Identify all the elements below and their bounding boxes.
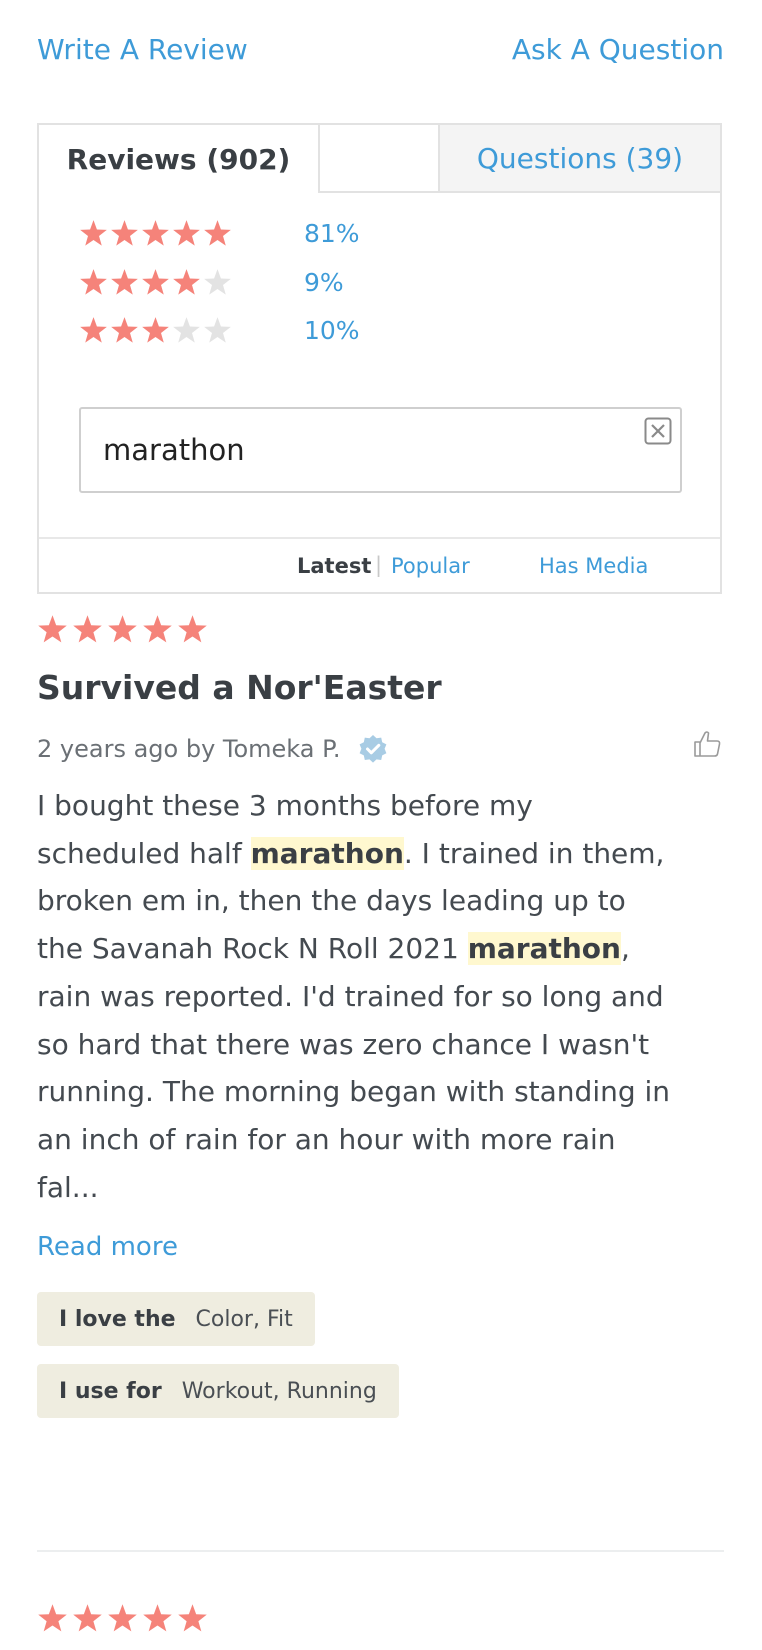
review-body-line: so hard that there was zero chance I was…	[37, 1021, 722, 1069]
star-filled-icon	[79, 219, 108, 248]
write-review-link[interactable]: Write A Review	[37, 30, 248, 70]
star-filled-icon	[172, 268, 201, 297]
body-text: broken em in, then the days leading up t…	[37, 884, 626, 918]
review-body-line: I bought these 3 months before my	[37, 782, 722, 830]
star-filled-icon	[79, 268, 108, 297]
star-filled-icon	[72, 614, 103, 645]
star-filled-icon	[141, 268, 170, 297]
star-rating	[79, 219, 232, 248]
body-text: rain was reported. I'd trained for so lo…	[37, 979, 664, 1013]
review-body-line: running. The morning began with standing…	[37, 1068, 722, 1116]
search-highlight: marathon	[467, 932, 621, 966]
body-text: an inch of rain for an hour with more ra…	[37, 1122, 616, 1156]
tag-chip-love: I love the Color, Fit	[37, 1292, 315, 1346]
review-body-line: scheduled half marathon. I trained in th…	[37, 830, 722, 878]
star-filled-icon	[107, 614, 138, 645]
review-body: I bought these 3 months before my schedul…	[37, 782, 722, 1211]
tag-chip-use: I use for Workout, Running	[37, 1364, 399, 1418]
review-body-line: fal...	[37, 1164, 722, 1212]
search-box	[79, 407, 682, 493]
body-text: scheduled half	[37, 836, 251, 870]
rating-row-3[interactable]: 10%	[79, 316, 360, 345]
top-links: Write A Review Ask A Question	[37, 30, 724, 70]
review-author-date: 2 years ago by Tomeka P.	[37, 735, 341, 763]
filter-has-media[interactable]: Has Media	[539, 554, 648, 578]
tab-divider	[320, 191, 439, 193]
star-filled-icon	[107, 1603, 138, 1634]
star-filled-icon	[110, 316, 139, 345]
verified-badge-icon	[358, 734, 388, 764]
star-filled-icon	[72, 1603, 103, 1634]
star-rating	[79, 268, 232, 297]
next-review-stars	[37, 1603, 208, 1634]
read-more-link[interactable]: Read more	[37, 1232, 178, 1262]
search-input[interactable]	[103, 427, 583, 473]
rating-row-5[interactable]: 81%	[79, 219, 360, 248]
star-filled-icon	[141, 219, 170, 248]
sort-popular[interactable]: Popular	[391, 554, 470, 578]
rating-percent: 81%	[304, 219, 360, 248]
body-text: I bought these 3 months before my	[37, 789, 533, 822]
body-text: so hard that there was zero chance I was…	[37, 1027, 650, 1061]
ask-question-link[interactable]: Ask A Question	[512, 30, 724, 70]
star-filled-icon	[177, 614, 208, 645]
star-filled-icon	[141, 316, 170, 345]
thumbs-up-icon[interactable]	[692, 729, 722, 759]
sort-separator: |	[375, 553, 383, 577]
clear-search-icon[interactable]	[644, 417, 672, 445]
star-filled-icon	[110, 268, 139, 297]
star-empty-icon	[172, 316, 201, 345]
star-filled-icon	[142, 1603, 173, 1634]
review-divider	[37, 1550, 724, 1552]
star-filled-icon	[37, 1603, 68, 1634]
body-text: running. The morning began with standing…	[37, 1075, 671, 1109]
review-body-line: broken em in, then the days leading up t…	[37, 877, 722, 925]
body-text: . I trained in them,	[403, 836, 665, 870]
review-body-line: rain was reported. I'd trained for so lo…	[37, 973, 722, 1021]
review-stars	[37, 614, 722, 645]
tag-label: I use for	[59, 1378, 162, 1404]
sort-bar: Latest | Popular Has Media	[39, 537, 720, 596]
review-title: Survived a Nor'Easter	[37, 668, 442, 707]
star-filled-icon	[172, 219, 201, 248]
tag-value: Workout, Running	[181, 1378, 377, 1404]
star-filled-icon	[177, 1603, 208, 1634]
body-text: the Savanah Rock N Roll 2021	[37, 932, 468, 966]
review-body-line: the Savanah Rock N Roll 2021 marathon,	[37, 925, 722, 973]
tag-value: Color, Fit	[195, 1306, 293, 1332]
reviews-panel: Reviews (902) Questions (39) 81% 9% 10% …	[37, 123, 722, 594]
review-body-line: an inch of rain for an hour with more ra…	[37, 1116, 722, 1164]
sort-latest[interactable]: Latest	[297, 554, 371, 578]
rating-percent: 10%	[304, 316, 360, 345]
review-meta: 2 years ago by Tomeka P.	[37, 734, 388, 764]
search-highlight: marathon	[250, 836, 404, 870]
star-filled-icon	[142, 614, 173, 645]
star-filled-icon	[79, 316, 108, 345]
star-filled-icon	[37, 614, 68, 645]
star-filled-icon	[110, 219, 139, 248]
review-card: Survived a Nor'Easter 2 years ago by Tom…	[37, 614, 722, 1418]
body-text: ,	[620, 932, 630, 966]
star-empty-icon	[203, 316, 232, 345]
star-filled-icon	[203, 219, 232, 248]
tag-label: I love the	[59, 1306, 176, 1332]
star-empty-icon	[203, 268, 232, 297]
rating-percent: 9%	[304, 268, 344, 297]
body-text: fal...	[37, 1170, 99, 1204]
rating-row-4[interactable]: 9%	[79, 268, 344, 297]
tab-questions[interactable]: Questions (39)	[438, 123, 722, 193]
tab-reviews[interactable]: Reviews (902)	[37, 123, 320, 193]
star-rating	[79, 316, 232, 345]
